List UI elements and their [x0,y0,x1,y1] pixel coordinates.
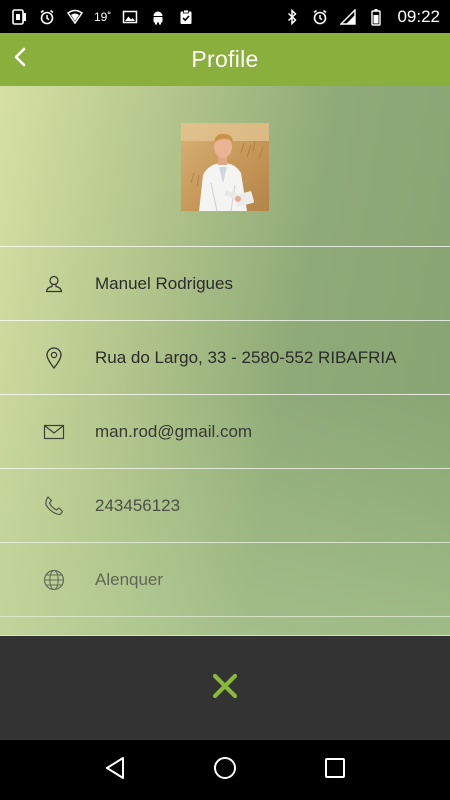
chevron-left-icon [13,47,29,72]
page-title: Profile [191,46,259,72]
list-item-city: Alenquer [0,542,450,616]
clock: 09:22 [397,6,440,26]
bluetooth-icon [283,8,301,26]
app-bar: Profile [0,33,450,86]
sim-icon [10,8,28,26]
city-text: Alenquer [95,569,164,589]
nav-back-button[interactable] [95,750,135,790]
bottom-action-bar [0,636,450,740]
envelope-icon [42,420,66,444]
address-text: Rua do Largo, 33 - 2580-552 RIBAFRIA [95,347,397,367]
phone-text: 243456123 [95,495,181,515]
status-bar: 19˚ 09:22 [0,0,450,33]
location-pin-icon [42,346,66,370]
battery-icon [367,8,385,26]
phone-icon [42,494,66,518]
profile-info-list: Manuel Rodrigues Rua do Largo, 33 - 2580… [0,246,450,636]
close-icon [212,673,238,704]
status-right-icons: 09:22 [283,7,440,27]
system-nav-bar [0,740,450,800]
email-text: man.rod@gmail.com [95,421,253,441]
wifi-icon [66,8,84,26]
avatar [181,123,269,211]
profile-content: Manuel Rodrigues Rua do Largo, 33 - 2580… [0,86,450,636]
image-icon [121,8,139,26]
back-triangle-icon [104,756,126,785]
status-left-icons: 19˚ [10,8,195,26]
person-icon [42,272,66,296]
alarm-icon [38,8,56,26]
signal-icon [339,8,357,26]
list-item-email: man.rod@gmail.com [0,394,450,468]
nav-home-button[interactable] [205,750,245,790]
recents-square-icon [324,757,346,784]
home-circle-icon [213,756,237,785]
list-item-empty [0,616,450,636]
globe-icon [42,568,66,592]
list-item-address: Rua do Largo, 33 - 2580-552 RIBAFRIA [0,320,450,394]
back-button[interactable] [6,44,36,74]
list-item-phone: 243456123 [0,468,450,542]
temperature-text: 19˚ [94,9,112,24]
alarm-icon [311,8,329,26]
name-text: Manuel Rodrigues [95,273,233,293]
android-icon [149,8,167,26]
nav-recents-button[interactable] [315,750,355,790]
list-item-name: Manuel Rodrigues [0,246,450,320]
close-button[interactable] [205,668,245,708]
clipboard-check-icon [177,8,195,26]
profile-photo [181,123,269,211]
